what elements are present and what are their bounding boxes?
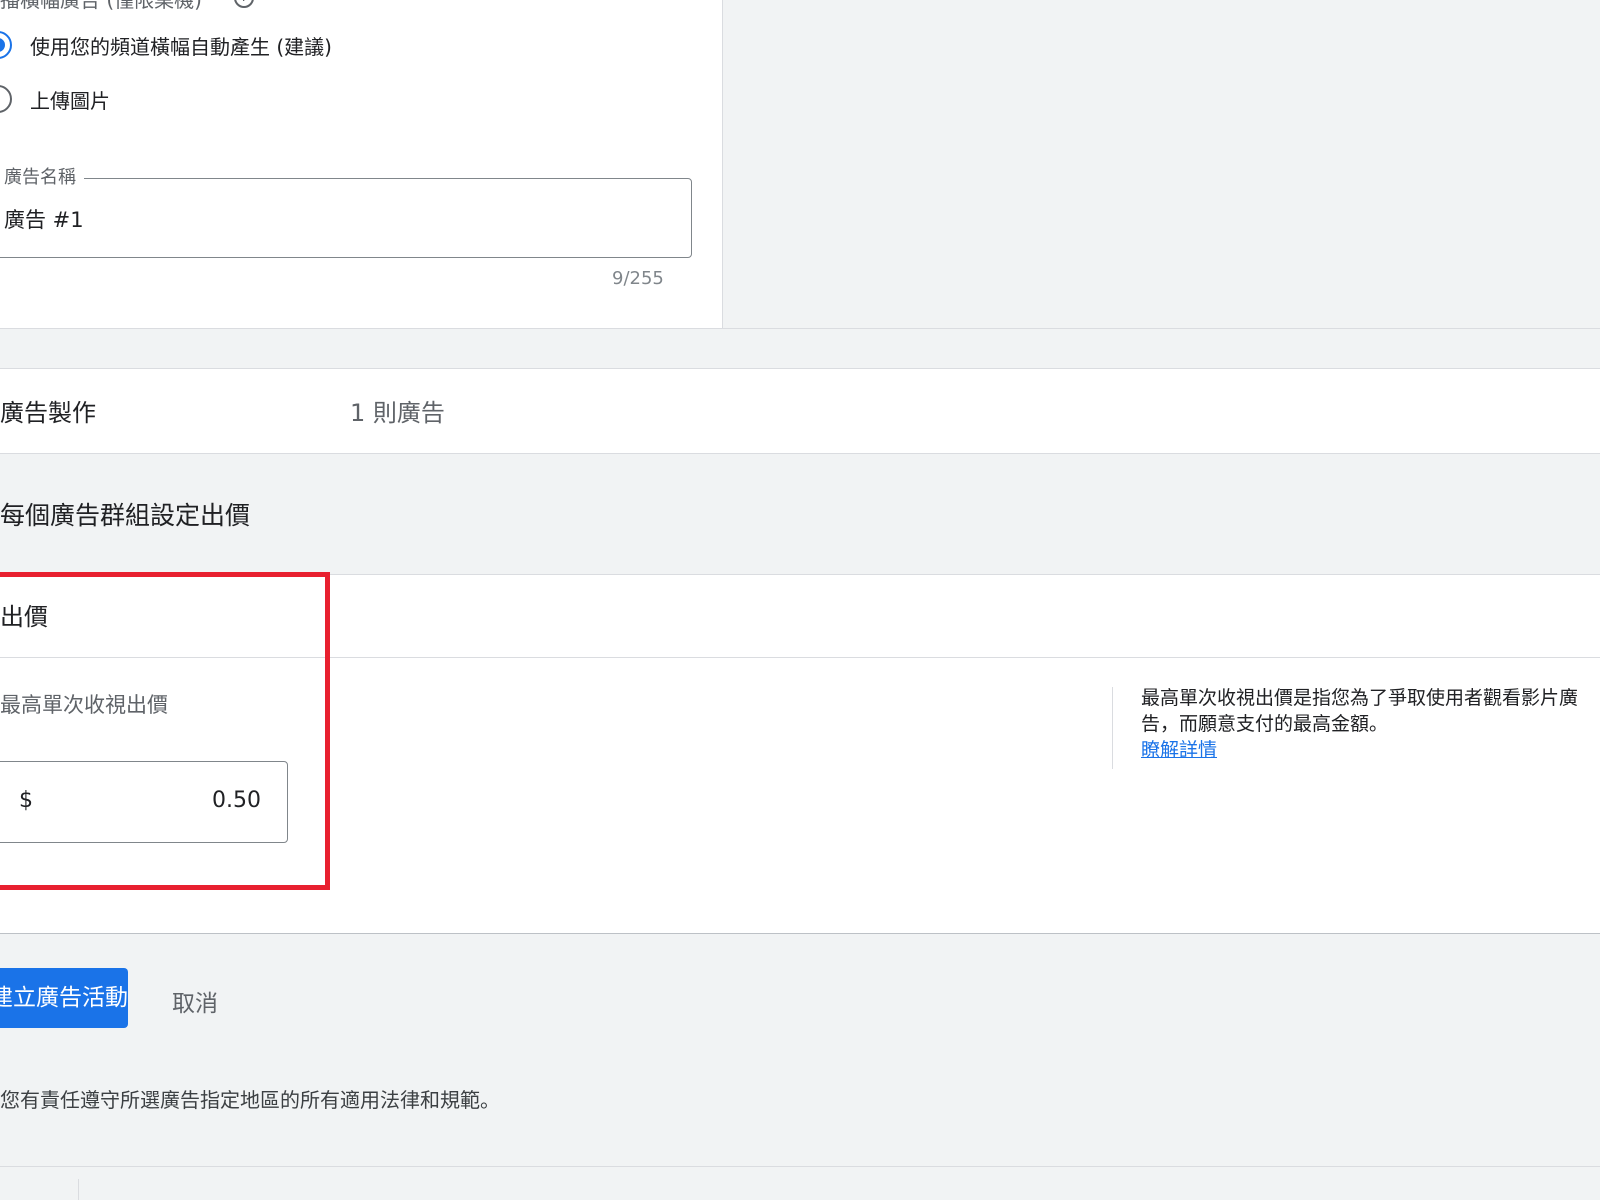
ad-creation-title: 廣告製作 [0, 399, 96, 427]
character-counter: 9/255 [612, 268, 664, 289]
radio-label-upload-image: 上傳圖片 [30, 88, 110, 113]
campaign-editor-page: 播橫幅廣告 (僅限桌機) ? 使用您的頻道橫幅自動產生 (建議) 上傳圖片 廣告… [0, 0, 1600, 1200]
ad-name-value[interactable]: 廣告 #1 [4, 204, 84, 234]
side-panel-background [723, 0, 1600, 329]
help-icon[interactable]: ? [234, 0, 254, 8]
radio-unchecked-icon[interactable] [0, 85, 12, 113]
ad-count-value: 1 則廣告 [350, 399, 445, 427]
banner-ad-card: 播橫幅廣告 (僅限桌機) ? 使用您的頻道橫幅自動產生 (建議) 上傳圖片 廣告… [0, 0, 723, 329]
legal-disclaimer: 您有責任遵守所選廣告指定地區的所有適用法律和規範。 [0, 1088, 500, 1112]
highlight-annotation-box [0, 572, 330, 890]
max-cpv-help-description: 最高單次收視出價是指您為了爭取使用者觀看影片廣告，而願意支付的最高金額。 [1141, 687, 1579, 735]
banner-ad-heading: 播橫幅廣告 (僅限桌機) [0, 0, 202, 12]
info-divider [1112, 687, 1113, 769]
radio-label-auto-generate: 使用您的頻道橫幅自動產生 (建議) [30, 34, 332, 59]
create-campaign-button[interactable]: 建立廣告活動 [0, 968, 128, 1028]
max-cpv-help-text: 最高單次收視出價是指您為了爭取使用者觀看影片廣告，而願意支付的最高金額。 瞭解詳… [1141, 685, 1591, 763]
learn-more-link[interactable]: 瞭解詳情 [1141, 739, 1217, 761]
bid-section-heading: 每個廣告群組設定出價 [0, 501, 251, 530]
ad-name-label: 廣告名稱 [0, 163, 84, 189]
ad-creation-summary-row[interactable]: 廣告製作 1 則廣告 [0, 368, 1600, 454]
footer-divider [78, 1179, 79, 1200]
cancel-button[interactable]: 取消 [172, 984, 218, 1018]
footer-bar [0, 1166, 1600, 1200]
radio-checked-icon[interactable] [0, 31, 12, 59]
ad-name-input[interactable] [0, 178, 692, 258]
